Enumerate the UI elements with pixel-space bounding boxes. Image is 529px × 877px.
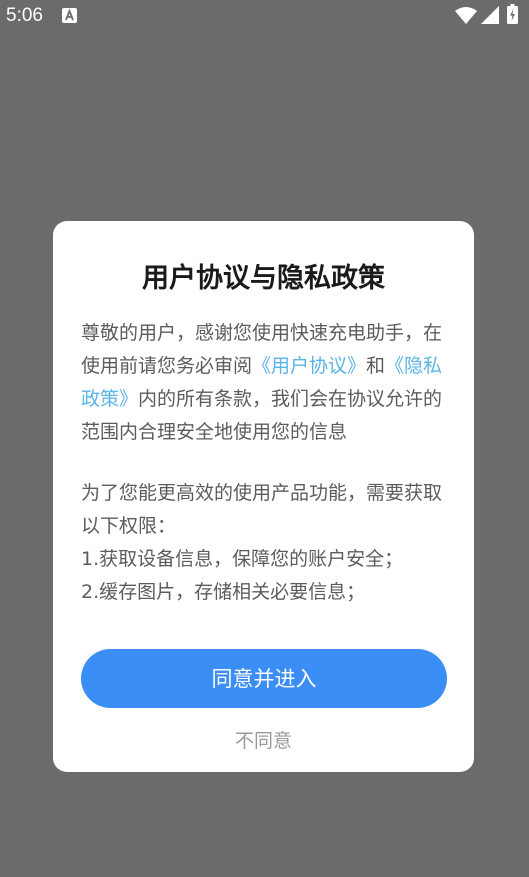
permissions-intro: 为了您能更高效的使用产品功能，需要获取以下权限：	[81, 482, 443, 537]
battery-charging-icon	[507, 4, 518, 24]
a-letter-icon	[62, 8, 77, 23]
wifi-icon	[455, 7, 477, 24]
signal-icon	[481, 6, 499, 24]
and-text: 和	[366, 355, 386, 377]
privacy-dialog: 用户协议与隐私政策 尊敬的用户，感谢您使用快速充电助手，在使用前请您务必审阅《用…	[53, 221, 474, 772]
permission-item: 2.缓存图片，存储相关必要信息；	[81, 581, 366, 603]
disagree-button[interactable]: 不同意	[53, 726, 474, 756]
intro-paragraph: 尊敬的用户，感谢您使用快速充电助手，在使用前请您务必审阅《用户协议》和《隐私政策…	[81, 317, 447, 449]
status-bar: 5:06	[0, 0, 529, 34]
status-time: 5:06	[6, 5, 43, 26]
dialog-title: 用户协议与隐私政策	[142, 263, 385, 294]
user-agreement-link[interactable]: 《用户协议》	[252, 355, 366, 377]
dialog-content[interactable]: 尊敬的用户，感谢您使用快速充电助手，在使用前请您务必审阅《用户协议》和《隐私政策…	[81, 317, 447, 614]
agree-button[interactable]: 同意并进入	[81, 649, 447, 708]
permission-item: 1.获取设备信息，保障您的账户安全；	[81, 548, 404, 570]
